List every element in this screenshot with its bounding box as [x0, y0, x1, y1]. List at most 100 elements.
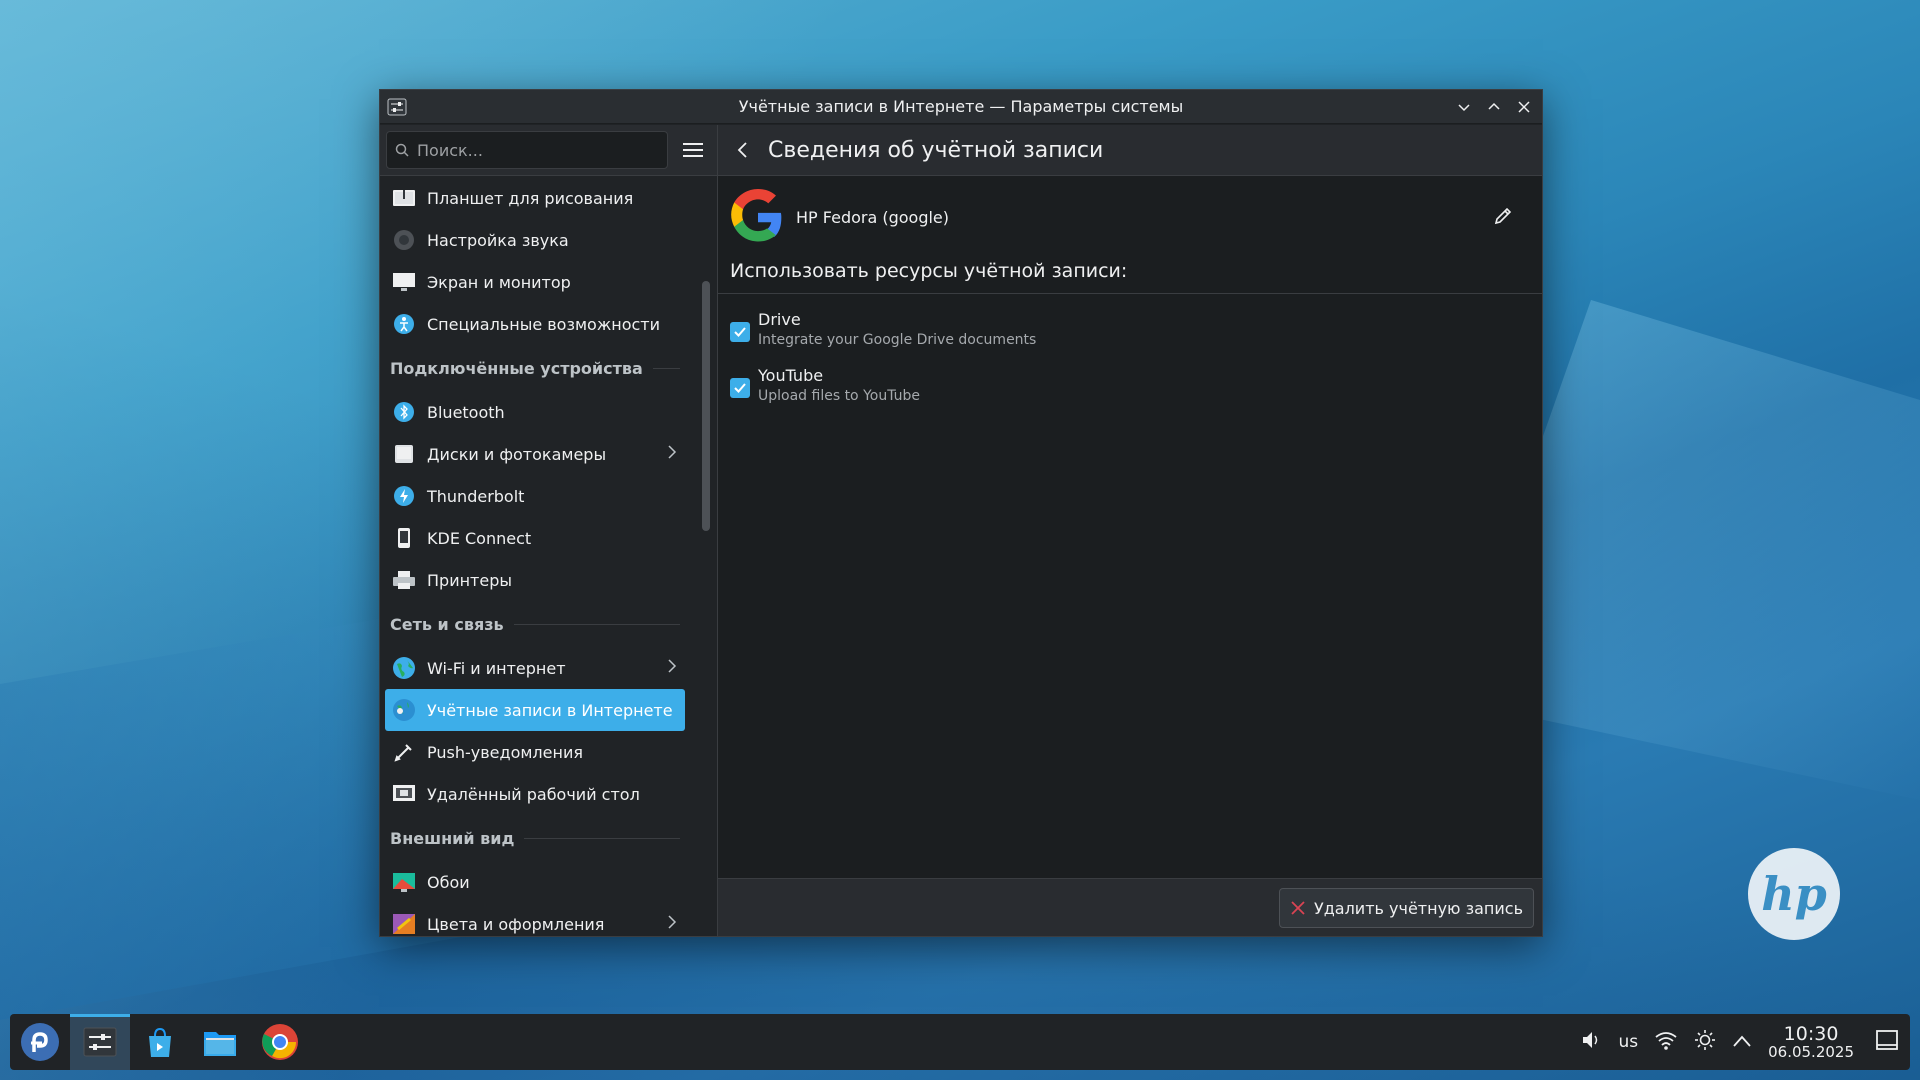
sidebar-item-push-notifications[interactable]: Push-уведомления	[385, 731, 685, 773]
speaker-icon	[391, 227, 417, 253]
taskbar: us 10:30 06.05.2025	[10, 1014, 1910, 1070]
service-drive[interactable]: Drive Integrate your Google Drive docume…	[730, 310, 1036, 348]
sidebar-scrollbar[interactable]	[698, 177, 712, 936]
sidebar-item-kde-connect[interactable]: KDE Connect	[385, 517, 685, 559]
sidebar-item-label: Настройка звука	[427, 230, 569, 250]
sidebar-item-label: Thunderbolt	[427, 486, 525, 506]
sidebar-item-thunderbolt[interactable]: Thunderbolt	[385, 475, 685, 517]
push-icon	[391, 739, 417, 765]
search-icon	[395, 143, 409, 157]
titlebar[interactable]: Учётные записи в Интернете — Параметры с…	[380, 90, 1542, 124]
clock-date: 06.05.2025	[1768, 1042, 1854, 1061]
drive-icon	[391, 441, 417, 467]
sidebar-item-label: Цвета и оформления	[427, 914, 605, 934]
delete-account-button[interactable]: Удалить учётную запись	[1278, 888, 1534, 928]
close-icon	[1291, 901, 1305, 915]
sidebar-item-display[interactable]: Экран и монитор	[385, 261, 685, 303]
service-title: YouTube	[758, 366, 824, 385]
drive-checkbox[interactable]	[730, 322, 750, 342]
divider	[718, 293, 1542, 294]
brightness-icon[interactable]	[1694, 1029, 1716, 1055]
sidebar-item-sound[interactable]: Настройка звука	[385, 219, 685, 261]
chevron-up-icon[interactable]	[1732, 1033, 1752, 1052]
tablet-icon	[391, 185, 417, 211]
wifi-icon[interactable]	[1654, 1029, 1678, 1055]
sidebar-item-label: Push-уведомления	[427, 742, 583, 762]
taskbar-chrome[interactable]	[250, 1014, 310, 1070]
sidebar-item-label: Планшет для рисования	[427, 188, 634, 208]
system-settings-icon	[83, 1027, 117, 1057]
account-header: HP Fedora (google)	[730, 187, 1530, 247]
pencil-icon	[1494, 207, 1512, 225]
application-launcher-button[interactable]	[10, 1014, 70, 1070]
printer-icon	[391, 567, 417, 593]
system-tray: us 10:30 06.05.2025	[1580, 1014, 1898, 1070]
google-logo-icon	[731, 189, 782, 242]
youtube-checkbox[interactable]	[730, 378, 750, 398]
sidebar-item-remote-desktop[interactable]: Удалённый рабочий стол	[385, 773, 685, 815]
sidebar-item-online-accounts[interactable]: Учётные записи в Интернете	[385, 689, 685, 731]
service-description: Upload files to YouTube	[758, 388, 921, 404]
section-header-appearance: Внешний вид	[380, 815, 690, 861]
maximize-button[interactable]	[1484, 97, 1504, 117]
wallpaper-icon	[391, 869, 417, 895]
back-button[interactable]	[730, 138, 754, 162]
fedora-logo-icon	[21, 1023, 59, 1061]
remote-desktop-icon	[391, 781, 417, 807]
services-label: Использовать ресурсы учётной записи:	[730, 260, 1128, 282]
edit-button[interactable]	[1492, 205, 1514, 231]
sidebar-item-bluetooth[interactable]: Bluetooth	[385, 391, 685, 433]
system-settings-icon[interactable]	[386, 96, 408, 118]
sidebar-item-disks-cameras[interactable]: Диски и фотокамеры	[385, 433, 685, 475]
bluetooth-icon	[391, 399, 417, 425]
sidebar-item-label: Специальные возможности	[427, 314, 661, 334]
close-button[interactable]	[1514, 97, 1534, 117]
account-name: HP Fedora (google)	[796, 207, 950, 227]
minimize-button[interactable]	[1454, 97, 1474, 117]
hamburger-menu-button[interactable]	[678, 135, 708, 165]
clock[interactable]: 10:30 06.05.2025	[1768, 1024, 1854, 1061]
menu-icon	[683, 143, 703, 157]
service-title: Drive	[758, 310, 801, 329]
sidebar-item-wallpaper[interactable]: Обои	[385, 861, 685, 903]
chrome-icon	[262, 1024, 298, 1060]
sidebar-item-colors-themes[interactable]: Цвета и оформления	[385, 903, 685, 936]
sidebar-list[interactable]: Планшет для рисования Настройка звука Эк…	[380, 177, 690, 936]
sidebar-item-label: Wi-Fi и интернет	[427, 658, 566, 678]
section-header-network: Сеть и связь	[380, 601, 690, 647]
settings-window: Учётные записи в Интернете — Параметры с…	[379, 89, 1543, 937]
taskbar-file-manager[interactable]	[190, 1014, 250, 1070]
main-panel: Сведения об учётной записи HP Fedora (go…	[718, 125, 1542, 936]
colors-icon	[391, 911, 417, 936]
monitor-icon	[391, 269, 417, 295]
back-arrow-icon	[737, 142, 747, 158]
sidebar-item-label: Удалённый рабочий стол	[427, 784, 640, 804]
scrollbar-thumb[interactable]	[702, 281, 710, 531]
sidebar-item-label: Учётные записи в Интернете	[427, 700, 673, 720]
phone-icon	[391, 525, 417, 551]
taskbar-system-settings[interactable]	[70, 1014, 130, 1070]
sidebar-item-accessibility[interactable]: Специальные возможности	[385, 303, 685, 345]
globe-icon	[391, 655, 417, 681]
sidebar: Поиск... Планшет для рисования Настройка…	[380, 125, 718, 936]
show-desktop-button[interactable]	[1876, 1030, 1898, 1054]
sidebar-item-label: KDE Connect	[427, 528, 532, 548]
search-placeholder: Поиск...	[417, 140, 483, 160]
sidebar-item-printers[interactable]: Принтеры	[385, 559, 685, 601]
online-accounts-icon	[391, 697, 417, 723]
sidebar-item-label: Диски и фотокамеры	[427, 444, 607, 464]
volume-icon[interactable]	[1580, 1029, 1602, 1055]
service-youtube[interactable]: YouTube Upload files to YouTube	[730, 366, 920, 404]
delete-account-label: Удалить учётную запись	[1313, 898, 1523, 918]
search-input[interactable]: Поиск...	[386, 131, 668, 169]
sidebar-item-wifi-internet[interactable]: Wi-Fi и интернет	[385, 647, 685, 689]
sidebar-item-label: Принтеры	[427, 570, 512, 590]
sidebar-item-drawing-tablet[interactable]: Планшет для рисования	[385, 177, 685, 219]
sidebar-item-label: Обои	[427, 872, 470, 892]
taskbar-discover[interactable]	[130, 1014, 190, 1070]
keyboard-layout-indicator[interactable]: us	[1618, 1032, 1638, 1052]
chevron-right-icon	[667, 444, 677, 464]
checkmark-icon	[734, 383, 746, 393]
store-bag-icon	[149, 1027, 171, 1057]
folder-icon	[204, 1032, 236, 1056]
